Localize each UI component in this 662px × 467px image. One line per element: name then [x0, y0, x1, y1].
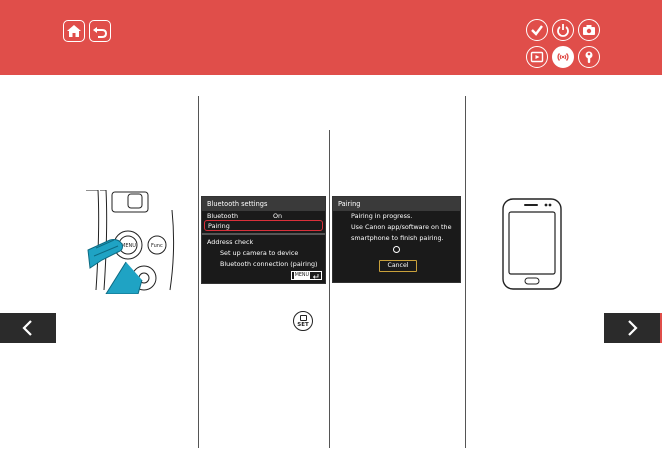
- tab-settings[interactable]: [578, 46, 600, 68]
- menu-row-label: Bluetooth: [207, 212, 239, 220]
- menu-return-badge: MENU: [290, 271, 322, 280]
- chevron-right-icon: [628, 320, 638, 336]
- manual-page: Func MENU Bluetooth settings Bluetooth O…: [0, 0, 662, 467]
- set-button: SET: [293, 311, 313, 331]
- menu-button-label: MENU: [121, 243, 136, 249]
- func-button-label: Func: [151, 243, 163, 249]
- menu-row-pairing[interactable]: Pairing: [204, 220, 323, 231]
- home-button[interactable]: [63, 20, 85, 42]
- tab-wireless[interactable]: [552, 46, 574, 68]
- power-icon: [557, 24, 569, 37]
- progress-spinner: [393, 246, 400, 253]
- back-icon: [93, 27, 108, 38]
- next-page-button[interactable]: [604, 313, 660, 343]
- menu-badge-text: MENU: [293, 272, 310, 279]
- tab-power[interactable]: [552, 19, 574, 41]
- smartphone-illustration: [502, 198, 562, 290]
- home-icon: [67, 25, 81, 37]
- set-dial-icon: [299, 314, 307, 321]
- menu-row-value: On: [273, 212, 283, 220]
- header-bar: [0, 0, 662, 75]
- menu-row-label: Pairing: [208, 222, 230, 230]
- prev-page-button[interactable]: [0, 313, 56, 343]
- chevron-left-icon: [22, 320, 32, 336]
- divider: [202, 233, 325, 235]
- camera-illustration: Func MENU: [86, 190, 175, 294]
- pairing-line: smartphone to finish pairing.: [351, 234, 444, 242]
- column-divider: [465, 96, 466, 448]
- tab-basic[interactable]: [526, 19, 548, 41]
- wrench-icon: [585, 51, 593, 63]
- camera-icon: [583, 25, 595, 35]
- tab-shooting[interactable]: [578, 19, 600, 41]
- pairing-line: Use Canon app/software on the: [351, 223, 452, 231]
- back-button[interactable]: [89, 20, 111, 42]
- column-divider: [329, 130, 330, 448]
- tab-playback[interactable]: [526, 46, 548, 68]
- menu-row-bluetooth[interactable]: Bluetooth On: [202, 211, 325, 220]
- check-icon: [531, 25, 543, 36]
- bluetooth-settings-screen: Bluetooth settings Bluetooth On Pairing …: [201, 196, 326, 284]
- menu-sub-row: Set up camera to device: [220, 249, 299, 257]
- screen-title: Pairing: [333, 197, 460, 211]
- pairing-line: Pairing in progress.: [351, 212, 413, 220]
- menu-sub-row: Bluetooth connection (pairing): [220, 260, 318, 268]
- return-icon: [312, 273, 319, 279]
- pairing-screen: Pairing Pairing in progress. Use Canon a…: [332, 196, 461, 283]
- screen-title: Bluetooth settings: [202, 197, 325, 211]
- column-divider: [198, 96, 199, 448]
- menu-row-address-check[interactable]: Address check: [202, 237, 325, 248]
- wireless-icon: [557, 53, 569, 61]
- playback-icon: [530, 51, 544, 63]
- cancel-button[interactable]: Cancel: [379, 260, 417, 272]
- set-button-label: SET: [297, 321, 309, 328]
- menu-row-label: Address check: [207, 238, 254, 246]
